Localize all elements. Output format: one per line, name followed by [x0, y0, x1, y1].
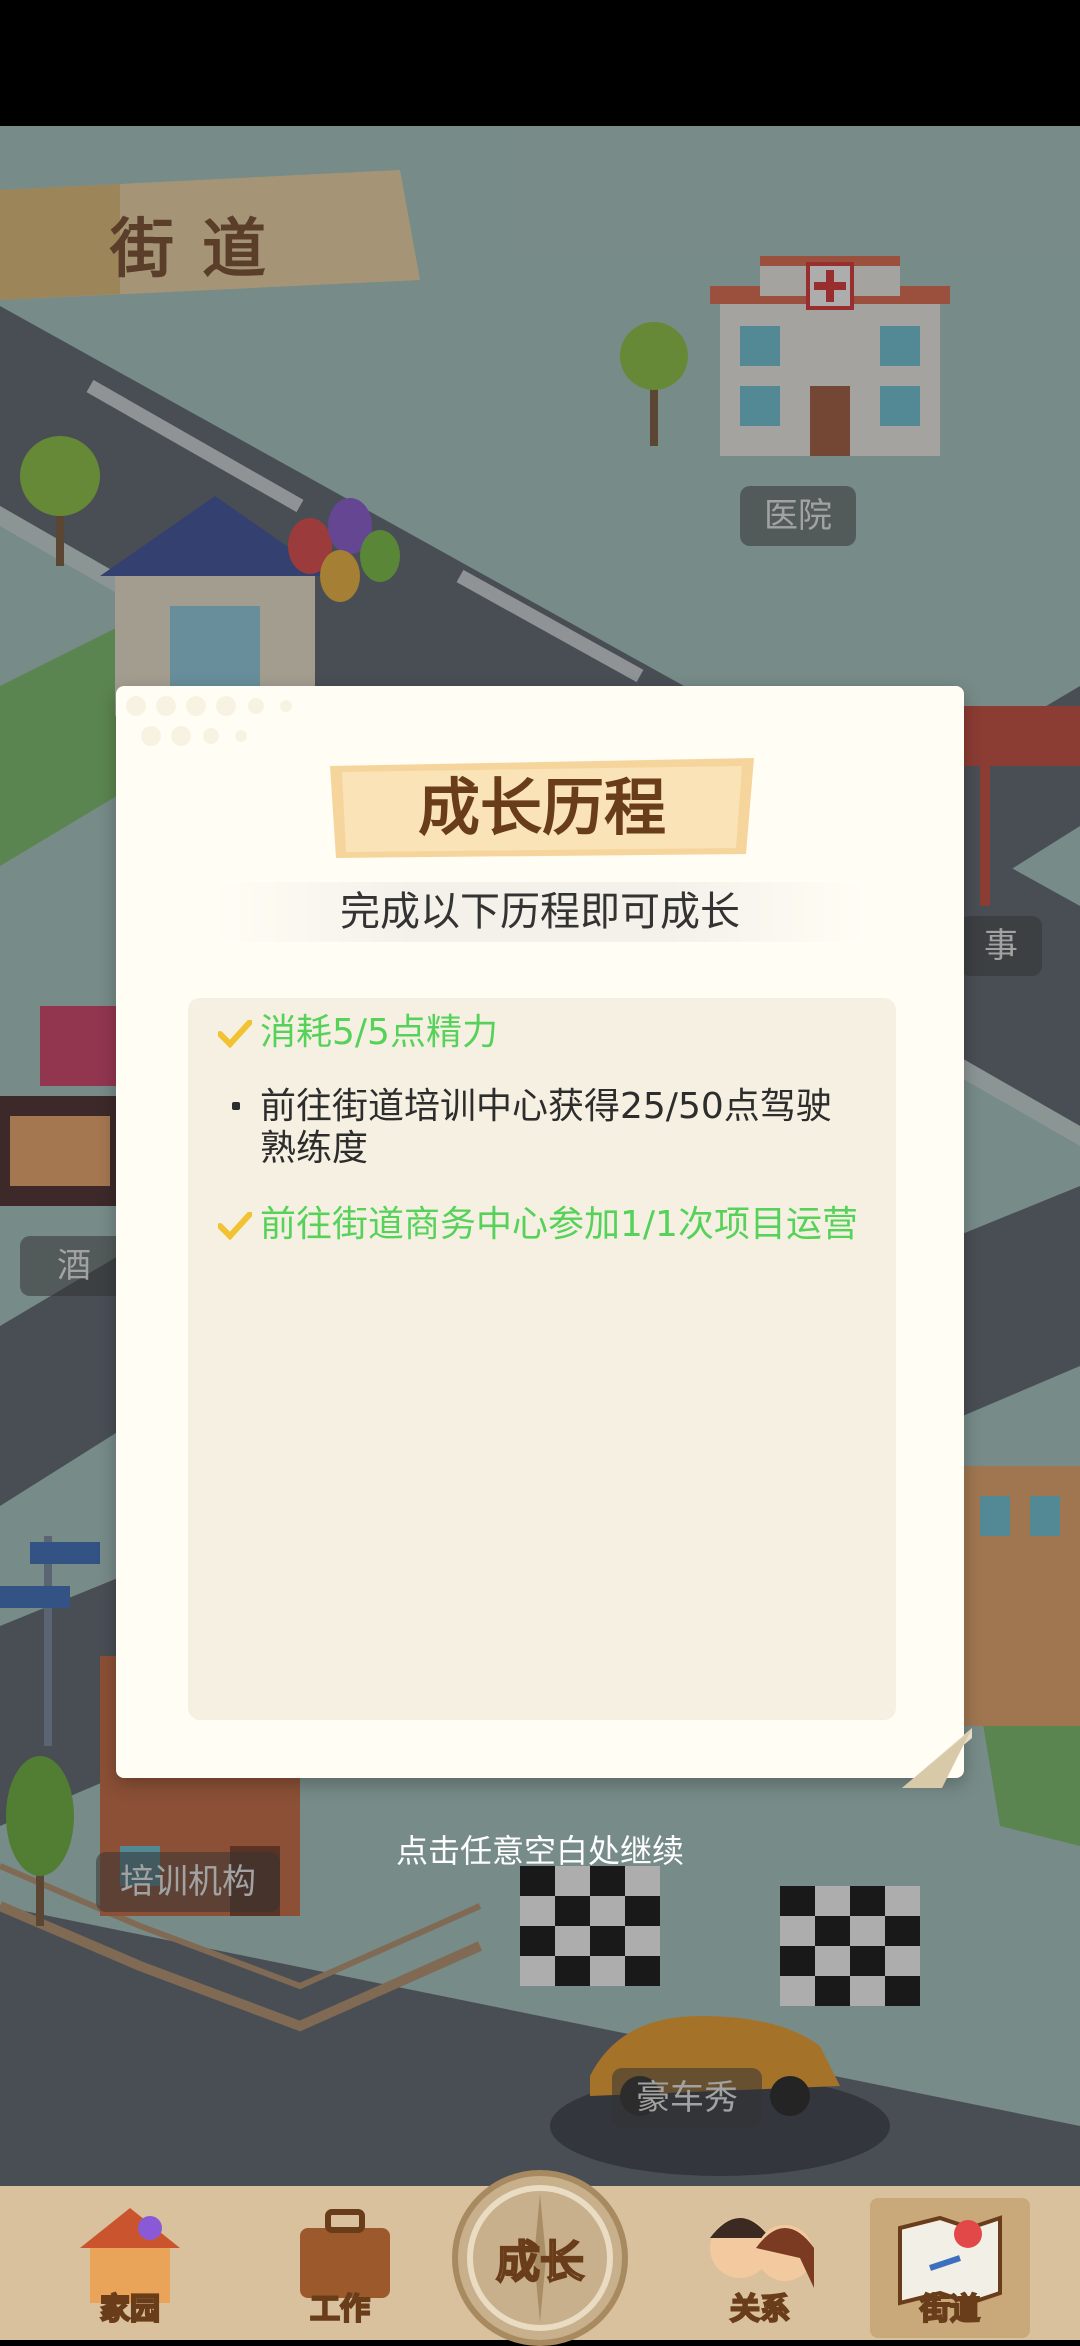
nav-label: 街道	[919, 2291, 981, 2328]
task-text: 前往街道培训中心获得25/50点驾驶熟练度	[260, 1086, 832, 1169]
nav-label: 成长	[495, 2236, 585, 2289]
status-bar	[0, 0, 1080, 126]
nav-label: 家园	[99, 2291, 161, 2328]
nav-item-home[interactable]: 家园	[50, 2198, 210, 2338]
task-list: 消耗5/5点精力 前往街道培训中心获得25/50点驾驶熟练度 前往街道商务中心参…	[188, 998, 896, 1720]
continue-hint[interactable]: 点击任意空白处继续	[0, 1826, 1080, 1872]
bullet-icon	[232, 1102, 240, 1110]
nav-label: 工作	[309, 2291, 371, 2328]
nav-label: 关系	[729, 2291, 791, 2328]
dialog-subtitle: 完成以下历程即可成长	[216, 882, 864, 942]
nav-item-street[interactable]: 街道	[870, 2198, 1030, 2338]
nav-item-growth[interactable]: 成长	[452, 2170, 628, 2346]
growth-dialog: 成长历程 完成以下历程即可成长 消耗5/5点精力 前往街道培训中心获得25/50…	[116, 686, 972, 1788]
checkmark-icon	[218, 1212, 252, 1240]
task-text: 消耗5/5点精力	[260, 1012, 498, 1053]
task-text: 前往街道商务中心参加1/1次项目运营	[260, 1204, 858, 1245]
nav-item-relations[interactable]: 关系	[680, 2198, 840, 2338]
dot-pattern	[126, 696, 292, 746]
checkmark-icon	[218, 1020, 252, 1048]
nav-item-work[interactable]: 工作	[260, 2198, 420, 2338]
dialog-title: 成长历程	[417, 771, 666, 844]
page-curl	[902, 1728, 972, 1788]
